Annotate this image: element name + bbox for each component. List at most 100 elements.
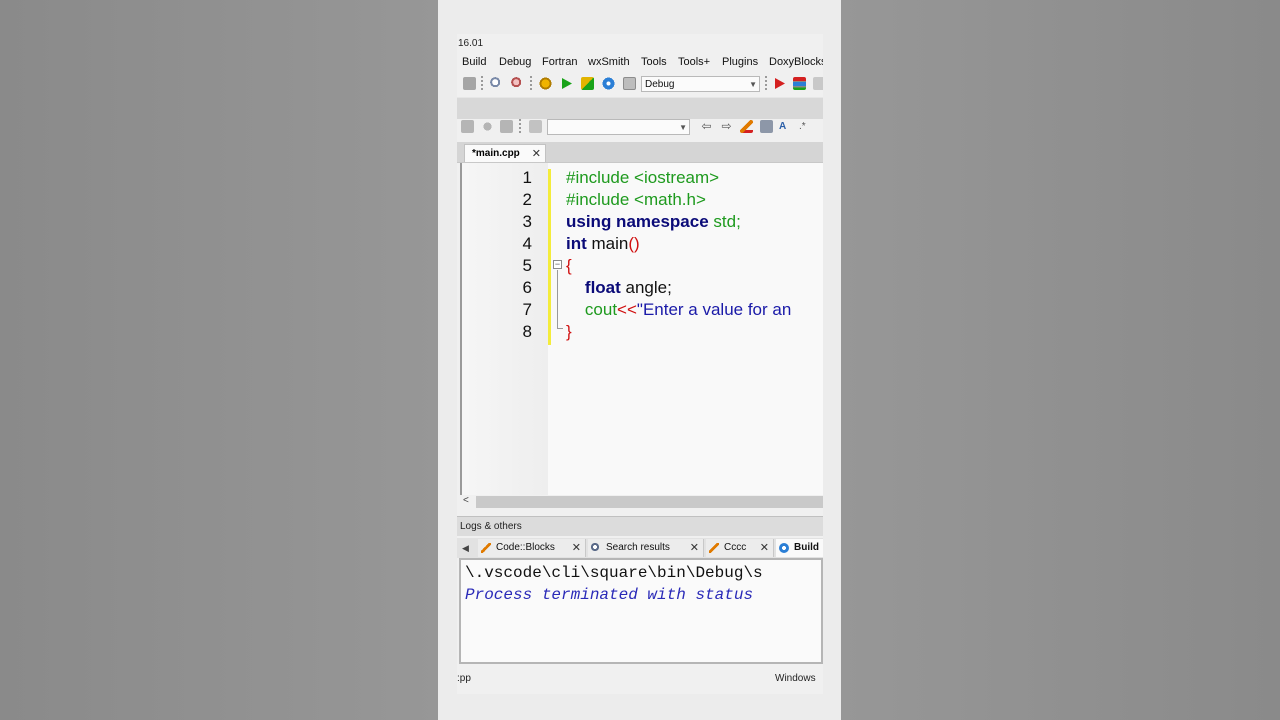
output-status-line: Process terminated with status [465, 586, 754, 604]
code-line: #include <iostream> [566, 167, 719, 189]
tab-label: Search results [606, 542, 670, 553]
menu-fortran[interactable]: Fortran [542, 56, 577, 68]
replace-icon[interactable] [511, 77, 524, 90]
tab-codeblocks-log[interactable]: Code::Blocks ✕ [478, 539, 586, 557]
line-number: 6 [522, 278, 532, 297]
code-line: #include <math.h> [566, 189, 706, 211]
logs-panel-header: Logs & others [457, 516, 823, 536]
background-right [841, 0, 1280, 720]
regex-dot-star-icon[interactable]: .* [799, 120, 812, 133]
menu-build[interactable]: Build [462, 56, 486, 68]
highlight-icon[interactable] [740, 120, 753, 133]
navigation-toolbar: ▼ ⇦ ⇨ A .* [457, 117, 823, 137]
rebuild-icon[interactable] [602, 77, 615, 90]
app-version: 16.01 [458, 38, 484, 49]
menu-bar: Build Debug Fortran wxSmith Tools Tools+… [457, 56, 823, 72]
status-bar: :pp Windows [457, 669, 823, 689]
logs-panel-title: Logs & others [460, 521, 522, 532]
line-number: 1 [522, 168, 532, 187]
close-icon[interactable]: ✕ [760, 539, 769, 557]
scrollbar-thumb[interactable] [476, 496, 823, 508]
build-target-value: Debug [645, 79, 675, 90]
change-marker [548, 169, 551, 345]
code-token: #include <math.h> [566, 190, 706, 209]
select-icon[interactable] [760, 120, 773, 133]
code-line: cout<<"Enter a value for an [566, 299, 791, 321]
menu-wxsmith[interactable]: wxSmith [588, 56, 630, 68]
line-number: 4 [522, 234, 532, 253]
close-icon[interactable]: ✕ [532, 145, 541, 163]
bookmark-icon[interactable] [481, 120, 494, 133]
line-number: 5 [522, 256, 532, 275]
tab-cccc[interactable]: Cccc ✕ [706, 539, 774, 557]
code-line: } [566, 321, 572, 343]
toolbar-separator [519, 119, 521, 135]
regex-a-icon[interactable]: A [779, 120, 792, 133]
status-file: :pp [457, 673, 471, 684]
code-token: std; [713, 212, 741, 231]
tab-main-cpp[interactable]: *main.cpp ✕ [464, 144, 546, 162]
editor-horizontal-scrollbar[interactable]: < [460, 495, 823, 509]
menu-doxyblocks[interactable]: DoxyBlocks [769, 56, 823, 68]
code-token: angle; [620, 278, 672, 297]
abort-icon[interactable] [623, 77, 636, 90]
menu-plugins[interactable]: Plugins [722, 56, 758, 68]
tab-label: Cccc [724, 542, 747, 553]
tab-build-log[interactable]: Build [776, 539, 823, 557]
background-left [0, 0, 438, 720]
pencil-icon [481, 543, 491, 553]
line-number: 7 [522, 300, 532, 319]
run-to-cursor-icon[interactable] [793, 77, 806, 90]
toolbar-separator [530, 76, 532, 92]
jump-forward-icon[interactable] [500, 120, 513, 133]
code-token: () [628, 234, 640, 253]
code-token: << [617, 300, 637, 319]
build-target-select[interactable]: Debug ▼ [641, 76, 760, 92]
find-icon[interactable] [490, 77, 503, 90]
clipboard-icon[interactable] [463, 77, 476, 90]
close-icon[interactable]: ✕ [572, 539, 581, 557]
build-gear-icon[interactable] [539, 77, 552, 90]
build-and-run-icon[interactable] [581, 77, 594, 90]
tab-label: *main.cpp [472, 148, 520, 159]
build-log-output[interactable]: \.vscode\cli\square\bin\Debug\s Process … [459, 558, 823, 664]
close-icon[interactable]: ✕ [690, 539, 699, 557]
next-line-icon[interactable] [813, 77, 823, 90]
jump-back-icon[interactable] [461, 120, 474, 133]
code-token: } [566, 322, 572, 341]
menu-tools-plus[interactable]: Tools+ [678, 56, 710, 68]
arrow-right-icon[interactable]: ⇨ [720, 120, 733, 133]
status-eol: Windows [775, 673, 816, 684]
code-token: int [566, 234, 587, 253]
tab-label: Code::Blocks [496, 542, 555, 553]
arrow-left-icon[interactable]: ⇦ [700, 120, 713, 133]
menu-tools[interactable]: Tools [641, 56, 667, 68]
scope-select[interactable]: ▼ [547, 119, 690, 135]
run-icon[interactable] [560, 77, 573, 90]
code-token: #include <iostream> [566, 168, 720, 187]
scroll-left-icon[interactable]: < [463, 495, 469, 506]
logs-tab-bar: ◀ Code::Blocks ✕ Search results ✕ Cccc ✕… [457, 538, 823, 558]
build-toolbar: Debug ▼ [457, 74, 823, 94]
debug-run-icon[interactable] [773, 77, 786, 90]
tab-search-results[interactable]: Search results ✕ [588, 539, 704, 557]
pencil-icon [709, 543, 719, 553]
fold-guide [557, 270, 558, 328]
line-number: 2 [522, 190, 532, 209]
code-token: using namespace [566, 212, 709, 231]
line-number: 8 [522, 322, 532, 341]
code-line: int main() [566, 233, 640, 255]
code-completion-icon[interactable] [529, 120, 542, 133]
line-number: 3 [522, 212, 532, 231]
chevron-down-icon: ▼ [749, 80, 757, 89]
tab-scroll-left-icon[interactable]: ◀ [462, 542, 475, 555]
toolbar-separator [765, 76, 767, 92]
menu-debug[interactable]: Debug [499, 56, 531, 68]
chevron-down-icon: ▼ [679, 123, 687, 132]
fold-collapse-icon[interactable]: − [553, 260, 562, 269]
output-path-line: \.vscode\cli\square\bin\Debug\s [465, 564, 763, 582]
toolbar-separator [481, 76, 483, 92]
code-editor[interactable]: 1 2 3 4 5 6 7 8 − #include <iostream> #in… [460, 163, 823, 495]
